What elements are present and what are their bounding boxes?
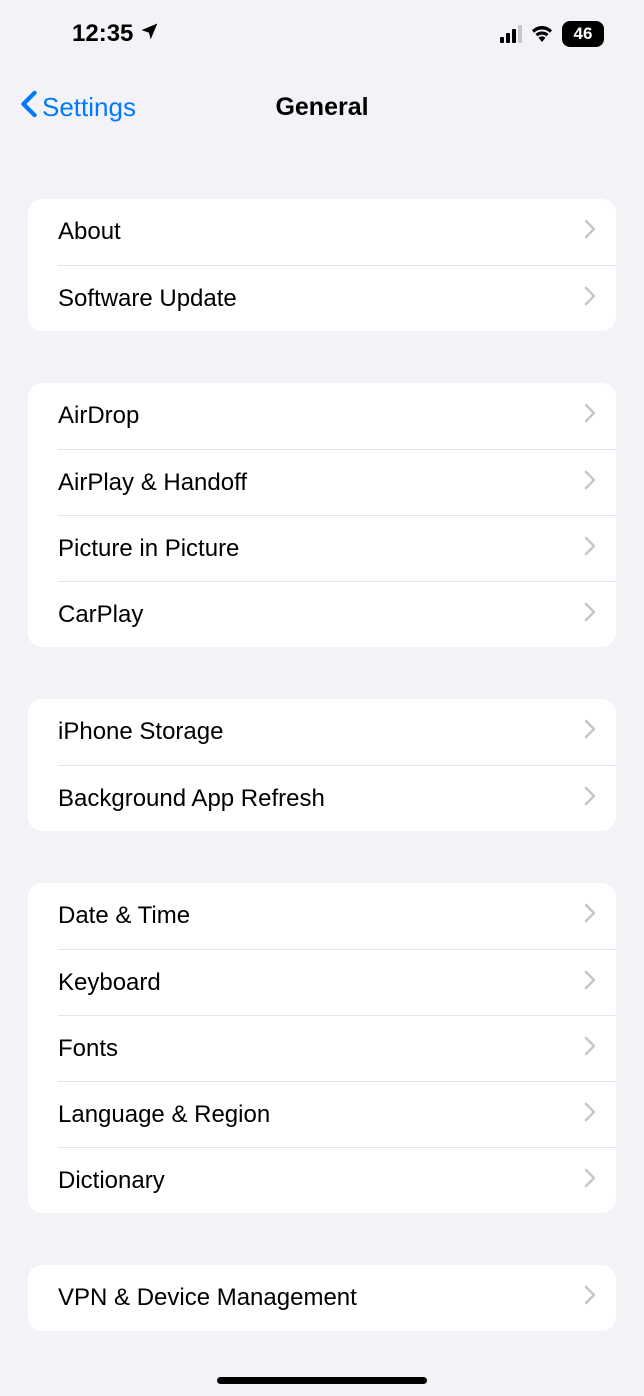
- chevron-right-icon: [584, 969, 596, 997]
- row-date-time[interactable]: Date & Time: [28, 883, 616, 949]
- row-iphone-storage[interactable]: iPhone Storage: [28, 699, 616, 765]
- row-label: About: [58, 218, 121, 246]
- location-icon: [139, 20, 159, 48]
- chevron-right-icon: [584, 902, 596, 930]
- row-carplay[interactable]: CarPlay: [58, 581, 616, 647]
- row-software-update[interactable]: Software Update: [58, 265, 616, 331]
- chevron-right-icon: [584, 218, 596, 246]
- content: About Software Update AirDrop AirPlay & …: [0, 199, 644, 1331]
- row-picture-in-picture[interactable]: Picture in Picture: [58, 515, 616, 581]
- row-keyboard[interactable]: Keyboard: [58, 949, 616, 1015]
- chevron-right-icon: [584, 285, 596, 313]
- status-left: 12:35: [72, 20, 159, 48]
- status-right: 46: [500, 21, 604, 47]
- row-dictionary[interactable]: Dictionary: [58, 1147, 616, 1213]
- row-label: Date & Time: [58, 902, 190, 930]
- page-title: General: [275, 93, 368, 122]
- chevron-right-icon: [584, 535, 596, 563]
- wifi-icon: [530, 22, 554, 47]
- chevron-right-icon: [584, 1284, 596, 1312]
- chevron-right-icon: [584, 1167, 596, 1195]
- section: About Software Update: [28, 199, 616, 331]
- section: Date & Time Keyboard Fonts Language & Re…: [28, 883, 616, 1213]
- row-label: Keyboard: [58, 969, 161, 997]
- battery-badge: 46: [562, 21, 604, 47]
- row-label: Dictionary: [58, 1167, 165, 1195]
- row-airdrop[interactable]: AirDrop: [28, 383, 616, 449]
- back-button[interactable]: Settings: [20, 90, 136, 125]
- row-background-app-refresh[interactable]: Background App Refresh: [58, 765, 616, 831]
- row-label: Background App Refresh: [58, 785, 325, 813]
- cellular-icon: [500, 25, 522, 43]
- row-label: AirDrop: [58, 402, 139, 430]
- row-label: Picture in Picture: [58, 535, 239, 563]
- row-label: iPhone Storage: [58, 718, 223, 746]
- back-label: Settings: [42, 92, 136, 123]
- chevron-right-icon: [584, 601, 596, 629]
- chevron-right-icon: [584, 785, 596, 813]
- nav-bar: Settings General: [0, 60, 644, 149]
- row-airplay-handoff[interactable]: AirPlay & Handoff: [58, 449, 616, 515]
- chevron-right-icon: [584, 1035, 596, 1063]
- section: AirDrop AirPlay & Handoff Picture in Pic…: [28, 383, 616, 647]
- status-time: 12:35: [72, 20, 133, 48]
- row-fonts[interactable]: Fonts: [58, 1015, 616, 1081]
- chevron-right-icon: [584, 1101, 596, 1129]
- chevron-right-icon: [584, 718, 596, 746]
- chevron-right-icon: [584, 469, 596, 497]
- row-label: Software Update: [58, 285, 237, 313]
- row-about[interactable]: About: [28, 199, 616, 265]
- row-language-region[interactable]: Language & Region: [58, 1081, 616, 1147]
- row-label: AirPlay & Handoff: [58, 469, 247, 497]
- section: VPN & Device Management: [28, 1265, 616, 1331]
- chevron-right-icon: [584, 402, 596, 430]
- row-label: CarPlay: [58, 601, 143, 629]
- row-label: Language & Region: [58, 1101, 270, 1129]
- home-indicator[interactable]: [217, 1377, 427, 1384]
- row-label: Fonts: [58, 1035, 118, 1063]
- row-label: VPN & Device Management: [58, 1284, 357, 1312]
- row-vpn-device-management[interactable]: VPN & Device Management: [28, 1265, 616, 1331]
- chevron-left-icon: [20, 90, 38, 125]
- status-bar: 12:35 46: [0, 0, 644, 60]
- section: iPhone Storage Background App Refresh: [28, 699, 616, 831]
